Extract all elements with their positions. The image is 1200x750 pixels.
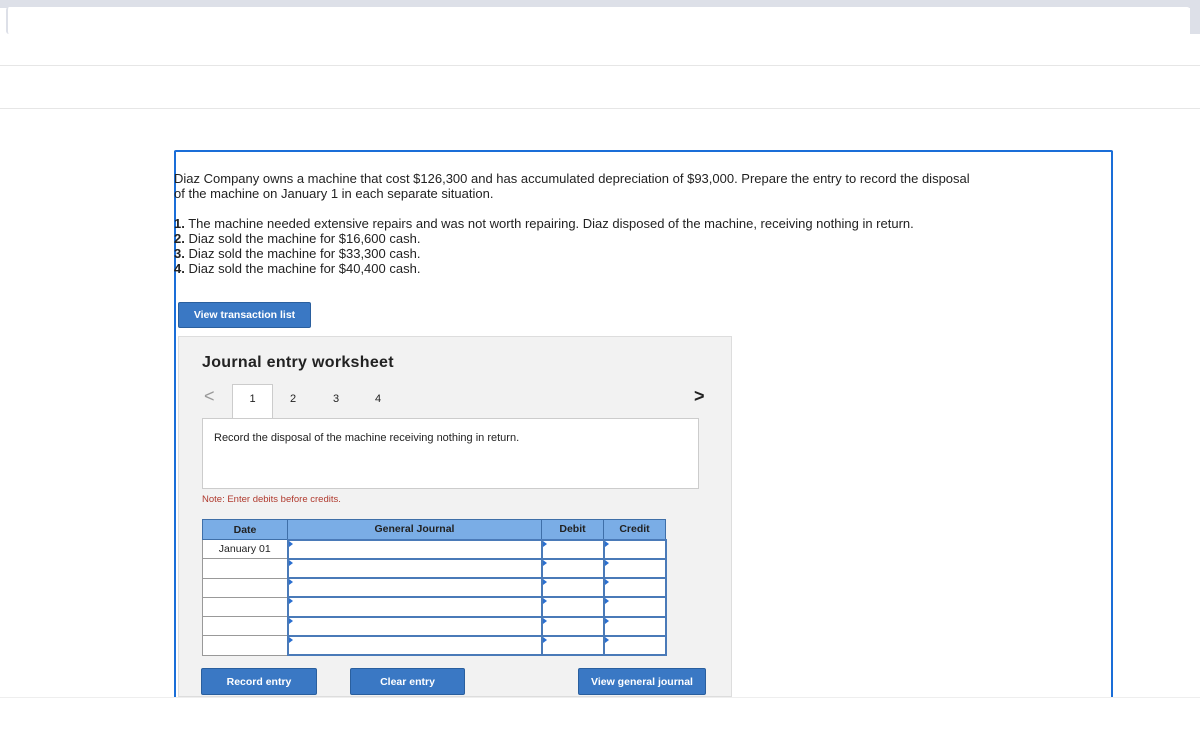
date-cell: January 01 [202, 538, 288, 560]
table-row [202, 634, 667, 657]
top-right-strip [1190, 0, 1200, 34]
table-row [202, 557, 667, 580]
date-cell [202, 616, 288, 637]
date-cell [202, 596, 288, 618]
credit-input[interactable] [602, 615, 667, 637]
situation-item: 3. Diaz sold the machine for $33,300 cas… [174, 246, 421, 261]
question-text: Diaz Company owns a machine that cost $1… [174, 171, 970, 201]
account-input[interactable] [286, 557, 543, 580]
next-arrow-icon[interactable]: > [694, 386, 705, 407]
view-general-journal-button[interactable]: View general journal [578, 668, 706, 695]
credit-input[interactable] [602, 577, 667, 599]
tab-2[interactable]: 2 [290, 393, 296, 405]
table-header: Date General Journal Debit Credit [202, 519, 666, 540]
debit-input[interactable] [540, 577, 605, 599]
credit-input[interactable] [602, 596, 667, 618]
date-cell [202, 635, 288, 656]
bottom-area [0, 697, 1200, 750]
view-transaction-list-button[interactable]: View transaction list [178, 302, 311, 328]
top-panel [6, 7, 1190, 34]
debit-input[interactable] [540, 538, 605, 560]
situation-item: 2. Diaz sold the machine for $16,600 cas… [174, 231, 421, 246]
situation-item: 1. The machine needed extensive repairs … [174, 216, 914, 231]
entry-description: Record the disposal of the machine recei… [202, 418, 699, 489]
account-input[interactable] [286, 615, 543, 637]
clear-entry-button[interactable]: Clear entry [350, 668, 465, 695]
prev-arrow-icon[interactable]: < [204, 386, 215, 407]
record-entry-button[interactable]: Record entry [201, 668, 317, 695]
account-input[interactable] [286, 596, 543, 618]
divider [0, 65, 1200, 66]
table-row [202, 596, 667, 618]
credit-input[interactable] [602, 634, 667, 657]
debit-credit-note: Note: Enter debits before credits. [202, 494, 341, 505]
col-debit: Debit [541, 519, 604, 540]
date-cell [202, 558, 288, 579]
account-input[interactable] [286, 577, 543, 599]
tab-4[interactable]: 4 [375, 393, 381, 405]
debit-input[interactable] [540, 596, 605, 618]
worksheet-title: Journal entry worksheet [202, 354, 394, 371]
date-cell [202, 577, 288, 598]
debit-input[interactable] [540, 615, 605, 637]
tab-1[interactable]: 1 [232, 384, 273, 420]
col-general-journal: General Journal [287, 519, 542, 540]
account-input[interactable] [286, 634, 543, 657]
table-row [202, 577, 667, 599]
credit-input[interactable] [602, 557, 667, 580]
tab-3[interactable]: 3 [333, 393, 339, 405]
debit-input[interactable] [540, 557, 605, 580]
table-row: January 01 [202, 538, 667, 560]
debit-input[interactable] [540, 634, 605, 657]
journal-table: Date General Journal Debit Credit Januar… [202, 519, 667, 657]
table-row [202, 615, 667, 637]
situation-item: 4. Diaz sold the machine for $40,400 cas… [174, 261, 421, 276]
col-date: Date [202, 519, 288, 540]
account-input[interactable] [286, 538, 543, 560]
credit-input[interactable] [602, 538, 667, 560]
col-credit: Credit [603, 519, 666, 540]
divider [0, 108, 1200, 109]
situation-list: 1. The machine needed extensive repairs … [174, 216, 914, 276]
